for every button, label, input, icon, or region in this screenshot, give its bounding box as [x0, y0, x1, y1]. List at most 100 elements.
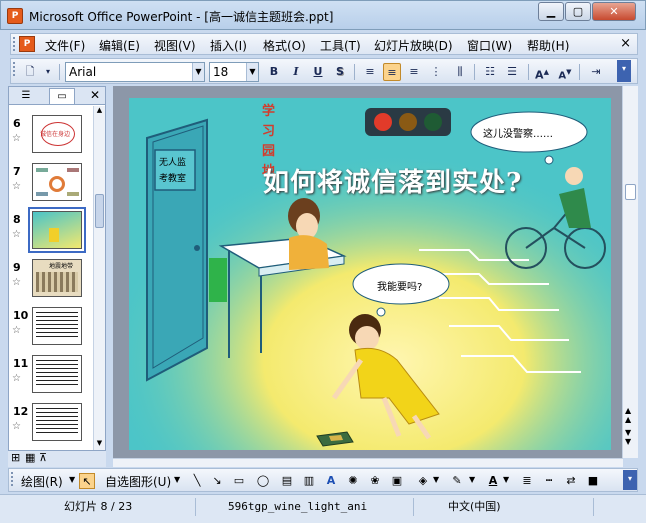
menu-insert[interactable]: 插入(I) — [210, 37, 247, 54]
slide-thumbnail[interactable] — [32, 403, 82, 441]
slide-thumb-7[interactable]: 7 ☆ — [9, 163, 93, 211]
toolbar-options-icon[interactable]: ▾ — [617, 60, 631, 82]
toolbar-options-icon[interactable]: ▾ — [39, 63, 57, 81]
textbox-icon[interactable]: ▤ — [279, 473, 295, 489]
toolbar-grip[interactable] — [11, 472, 14, 486]
slide-thumbnail[interactable] — [28, 207, 86, 253]
line-icon[interactable]: ╲ — [189, 473, 205, 489]
slides-pane-scrollbar[interactable]: ▲ ▼ — [93, 106, 105, 450]
line-style-icon[interactable]: ≣ — [519, 473, 535, 489]
font-name-select[interactable]: Arial ▼ — [65, 62, 205, 82]
bold-button[interactable]: B — [265, 63, 283, 81]
slide-title[interactable]: 如何将诚信落到实处? — [263, 162, 522, 199]
vertical-text-icon[interactable]: ⫼ — [451, 63, 469, 81]
distribute-icon[interactable]: ⋮ — [427, 63, 445, 81]
scroll-thumb[interactable] — [625, 184, 636, 200]
new-file-icon[interactable]: 🗋 — [21, 63, 39, 81]
font-name-value: Arial — [69, 65, 97, 79]
shadow-style-icon[interactable]: ■ — [585, 473, 601, 489]
slide-scrollbar[interactable]: ▲ ▲ ▼ ▼ — [622, 86, 638, 458]
toolbar-options-icon[interactable]: ▾ — [623, 470, 637, 490]
minimize-button[interactable]: ▁ — [538, 2, 564, 21]
menu-window[interactable]: 窗口(W) — [467, 37, 512, 54]
menu-format[interactable]: 格式(O) — [263, 37, 306, 54]
font-size-select[interactable]: 18 ▼ — [209, 62, 259, 82]
powerpoint-app-icon[interactable]: P — [7, 8, 23, 24]
slideshow-view-icon[interactable]: ⊼ — [39, 451, 47, 464]
document-close-icon[interactable]: × — [620, 36, 631, 51]
indent-icon[interactable]: ⇥ — [587, 63, 605, 81]
chevron-down-icon[interactable]: ▼ — [69, 475, 75, 484]
rectangle-icon[interactable]: ▭ — [231, 473, 247, 489]
chevron-down-icon[interactable]: ▼ — [246, 63, 258, 81]
shadow-button[interactable]: S — [331, 63, 349, 81]
current-slide[interactable]: 学习园地 如何将诚信落到实处? 这儿没警察…… 我能要吗? 无人监 考教室 — [129, 98, 611, 450]
chevron-down-icon[interactable]: ▼ — [433, 475, 439, 484]
close-icon[interactable]: ✕ — [90, 88, 100, 102]
select-pointer-icon[interactable]: ↖ — [79, 473, 95, 489]
slide-thumb-11[interactable]: 11 ☆ — [9, 355, 93, 403]
horizontal-scrollbar[interactable] — [113, 458, 623, 467]
arrow-style-icon[interactable]: ⇄ — [563, 473, 579, 489]
picture-icon[interactable]: ▣ — [389, 473, 405, 489]
bulleted-list-icon[interactable]: ☰ — [503, 63, 521, 81]
tab-slides[interactable]: ▭ — [49, 88, 75, 104]
menu-tools[interactable]: 工具(T) — [320, 37, 361, 54]
diagram-icon[interactable]: ✺ — [345, 473, 361, 489]
oval-icon[interactable]: ◯ — [255, 473, 271, 489]
vertical-textbox-icon[interactable]: ▥ — [301, 473, 317, 489]
scroll-up-icon[interactable]: ▲ — [94, 106, 105, 117]
menu-slideshow[interactable]: 幻灯片放映(D) — [374, 37, 453, 54]
slide-thumbnail[interactable] — [32, 163, 82, 201]
slide-thumb-6[interactable]: 6 ☆ 诚信在身边 — [9, 115, 93, 163]
underline-button[interactable]: U — [309, 63, 327, 81]
chevron-down-icon[interactable]: ▼ — [192, 63, 204, 81]
slide-thumbnail[interactable] — [32, 355, 82, 393]
line-color-icon[interactable]: ✎ — [449, 473, 465, 489]
align-center-icon[interactable]: ≡ — [383, 63, 401, 81]
chevron-down-icon[interactable]: ▼ — [469, 475, 475, 484]
slide-thumbnail[interactable] — [32, 307, 82, 345]
tab-outline[interactable]: ☰ — [13, 88, 39, 104]
chevron-down-icon[interactable]: ▼ — [503, 475, 509, 484]
door-sign-line-1: 无人监 — [159, 158, 187, 168]
slide-thumb-9[interactable]: 9 ☆ 地震地带 — [9, 259, 93, 307]
fill-color-icon[interactable]: ◈ — [415, 473, 431, 489]
slide-sorter-icon[interactable]: ▦ — [25, 451, 35, 464]
scroll-thumb[interactable] — [95, 194, 104, 228]
normal-view-icon[interactable]: ⊞ — [11, 451, 20, 464]
toolbar-grip[interactable] — [13, 62, 16, 76]
maximize-button[interactable]: ▢ — [565, 2, 591, 21]
document-icon[interactable]: P — [19, 36, 35, 52]
slide-thumb-12[interactable]: 12 ☆ — [9, 403, 93, 451]
menu-help[interactable]: 帮助(H) — [527, 37, 569, 54]
dash-style-icon[interactable]: ┅ — [541, 473, 557, 489]
toolbar-separator — [59, 64, 60, 80]
slide-thumb-8[interactable]: 8 ☆ — [9, 207, 93, 259]
scroll-down-icon[interactable]: ▼ — [94, 439, 105, 450]
italic-button[interactable]: I — [287, 63, 305, 81]
menu-edit[interactable]: 编辑(E) — [99, 37, 140, 54]
numbered-list-icon[interactable]: ☷ — [481, 63, 499, 81]
slide-thumb-10[interactable]: 10 ☆ — [9, 307, 93, 355]
font-color-icon[interactable]: A — [485, 473, 501, 489]
previous-slide-icon[interactable]: ▲ ▲ — [625, 406, 631, 424]
menu-view[interactable]: 视图(V) — [154, 37, 196, 54]
clip-art-icon[interactable]: ❀ — [367, 473, 383, 489]
increase-font-icon[interactable]: A▲ — [533, 63, 551, 82]
align-left-icon[interactable]: ≡ — [361, 63, 379, 81]
menu-grip[interactable] — [13, 37, 16, 51]
close-button[interactable]: ✕ — [592, 2, 636, 21]
autoshapes-menu-button[interactable]: 自选图形(U) — [105, 473, 171, 490]
wordart-icon[interactable]: A — [323, 473, 339, 489]
slide-thumbnail[interactable]: 地震地带 — [32, 259, 82, 297]
arrow-icon[interactable]: ↘ — [209, 473, 225, 489]
next-slide-icon[interactable]: ▼ ▼ — [625, 428, 631, 446]
menu-file[interactable]: 文件(F) — [45, 37, 85, 54]
align-right-icon[interactable]: ≡ — [405, 63, 423, 81]
draw-menu-button[interactable]: 绘图(R) — [21, 473, 63, 490]
menu-bar: P 文件(F) 编辑(E) 视图(V) 插入(I) 格式(O) 工具(T) 幻灯… — [10, 33, 638, 55]
slide-thumbnail[interactable]: 诚信在身边 — [32, 115, 82, 153]
decrease-font-icon[interactable]: A▼ — [556, 63, 574, 81]
chevron-down-icon[interactable]: ▼ — [174, 475, 180, 484]
